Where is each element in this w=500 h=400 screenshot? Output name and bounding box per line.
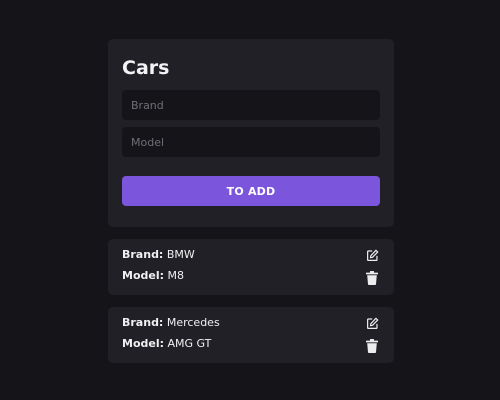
brand-value: BMW (166, 248, 195, 261)
car-model-row: Model: AMG GT (122, 337, 211, 351)
car-brand-row: Brand: BMW (122, 248, 195, 262)
edit-icon (366, 249, 378, 261)
brand-value: Mercedes (166, 316, 220, 329)
car-model-row: Model: M8 (122, 269, 184, 283)
brand-label: Brand: (122, 248, 164, 261)
car-card: Brand: BMW Model: M8 (108, 239, 394, 295)
model-input[interactable] (122, 127, 380, 157)
page-title: Cars (122, 57, 170, 79)
delete-button[interactable] (364, 338, 380, 354)
edit-icon (366, 317, 378, 329)
edit-button[interactable] (364, 315, 380, 331)
model-label: Model: (122, 337, 165, 350)
add-car-form: Cars TO ADD (108, 39, 394, 227)
model-label: Model: (122, 269, 165, 282)
add-car-button[interactable]: TO ADD (122, 176, 380, 206)
delete-button[interactable] (364, 270, 380, 286)
brand-label: Brand: (122, 316, 164, 329)
trash-icon (366, 271, 378, 285)
car-brand-row: Brand: Mercedes (122, 316, 220, 330)
trash-icon (366, 339, 378, 353)
brand-input[interactable] (122, 90, 380, 120)
model-value: AMG GT (167, 337, 212, 350)
edit-button[interactable] (364, 247, 380, 263)
car-card: Brand: Mercedes Model: AMG GT (108, 307, 394, 363)
model-value: M8 (167, 269, 185, 282)
